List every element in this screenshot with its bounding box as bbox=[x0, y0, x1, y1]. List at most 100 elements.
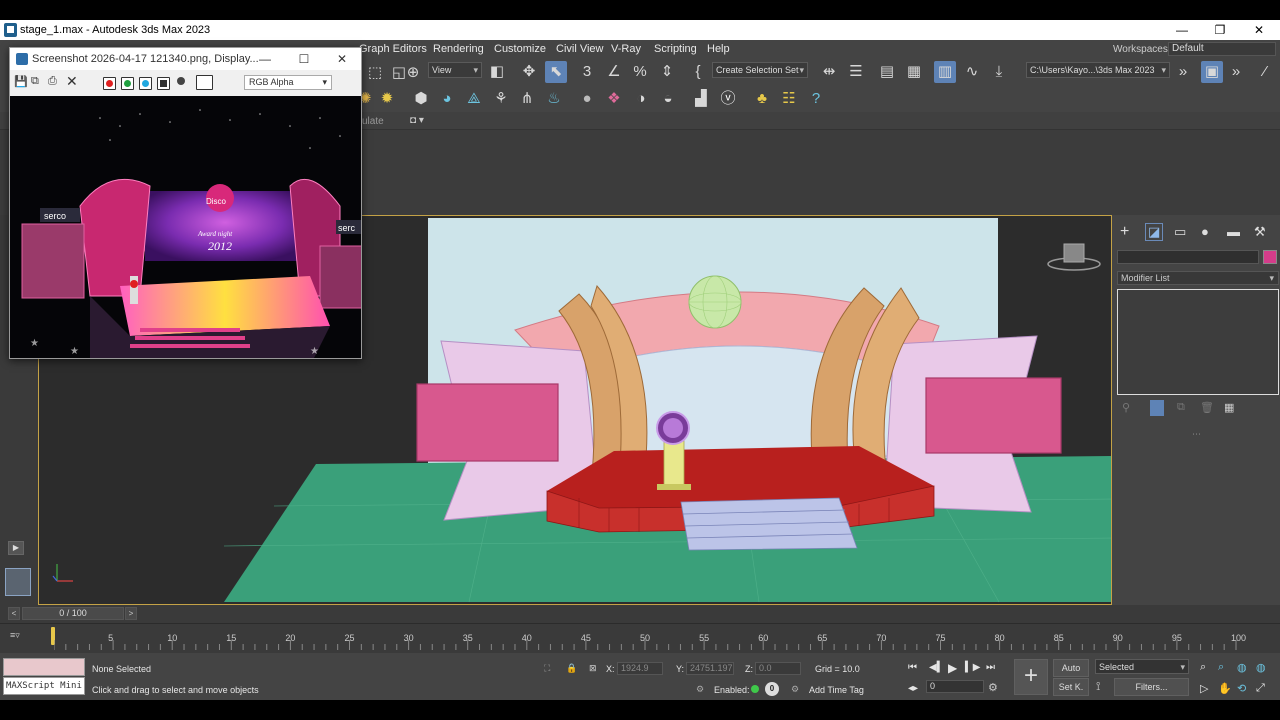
clone-window-icon[interactable]: ⧉ bbox=[31, 75, 39, 88]
vray-grass-icon[interactable]: ⋔ bbox=[516, 88, 538, 110]
track-bar[interactable]: ≡▿ 5 10 15 20 25 30 35 40 45 50 55 60 65 70 75 80 85 90 95… bbox=[0, 623, 1280, 653]
material-sphere-icon[interactable]: ● bbox=[576, 88, 598, 110]
vray-fire-icon[interactable]: ♨ bbox=[543, 88, 565, 110]
zoom-extents-all-icon[interactable]: ◍ bbox=[1256, 661, 1266, 674]
configure-modifier-sets-icon[interactable]: ▦ bbox=[1224, 401, 1234, 414]
maxscript-listener-pane[interactable] bbox=[3, 658, 85, 676]
schematic-view-icon[interactable]: ⤓ bbox=[988, 61, 1010, 83]
menu-rendering[interactable]: Rendering bbox=[433, 43, 484, 55]
frame-buffer-close-button[interactable]: ✕ bbox=[328, 51, 356, 67]
key-filter-dropdown[interactable]: Selected bbox=[1095, 659, 1189, 674]
go-to-start-icon[interactable]: ⏮ bbox=[908, 662, 917, 673]
angle-snap-icon[interactable]: ∠ bbox=[603, 61, 625, 83]
percent-snap-icon[interactable]: % bbox=[629, 61, 651, 83]
vray-fur-icon[interactable]: ⚘ bbox=[490, 88, 512, 110]
modify-tab-icon[interactable]: ◪ bbox=[1144, 223, 1164, 241]
menu-help[interactable]: Help bbox=[707, 43, 730, 55]
maxscript-mini-input[interactable]: MAXScript Mini bbox=[3, 677, 85, 695]
menu-vray[interactable]: V-Ray bbox=[611, 43, 641, 55]
rollout-grip-icon[interactable]: ⋯ bbox=[1192, 429, 1201, 440]
mirror-icon[interactable]: ⇹ bbox=[818, 61, 840, 83]
remove-modifier-icon[interactable]: 🗑 bbox=[1200, 401, 1214, 414]
isolate-selection-icon[interactable]: ⛶ bbox=[544, 663, 550, 674]
previous-frame-arrow[interactable]: < bbox=[8, 607, 20, 620]
zoom-extents-icon[interactable]: ◍ bbox=[1237, 661, 1247, 674]
auto-key-button[interactable]: Auto bbox=[1053, 659, 1089, 677]
align-icon[interactable]: ☰ bbox=[845, 61, 867, 83]
print-image-icon[interactable]: ⎙ bbox=[48, 75, 57, 88]
vray-sphere-icon[interactable]: ◕ bbox=[436, 88, 458, 110]
menu-civil-view[interactable]: Civil View bbox=[556, 43, 603, 55]
ribbon-options-icon[interactable]: ◘ ▾ bbox=[410, 115, 424, 126]
time-tag-settings-icon[interactable]: ⚙ bbox=[791, 684, 799, 695]
current-frame-spinner[interactable]: 0 bbox=[926, 680, 984, 693]
modifier-list-dropdown[interactable]: Modifier List bbox=[1117, 271, 1279, 285]
alpha-channel-icon[interactable] bbox=[157, 77, 170, 90]
blue-channel-icon[interactable] bbox=[139, 77, 152, 90]
vray-proxy-icon[interactable]: ⬢ bbox=[410, 88, 432, 110]
create-selection-set-dropdown[interactable]: Create Selection Set bbox=[712, 62, 808, 78]
select-filter-icon[interactable]: ⬚ bbox=[364, 62, 386, 84]
field-of-view-icon[interactable]: ▷ bbox=[1200, 682, 1208, 695]
open-mini-curve-editor-icon[interactable]: ≡▿ bbox=[10, 630, 20, 641]
next-key-icon[interactable]: ▍▶ bbox=[965, 662, 980, 673]
snaps-toggle-icon[interactable]: 3 bbox=[576, 61, 598, 83]
spinner-snap-icon[interactable]: ⇕ bbox=[656, 61, 678, 83]
save-image-icon[interactable]: 💾 bbox=[14, 75, 28, 88]
object-color-swatch[interactable] bbox=[1263, 250, 1277, 264]
y-coordinate-field[interactable]: 24751.197 bbox=[686, 662, 734, 675]
absolute-mode-icon[interactable]: ⊠ bbox=[589, 663, 597, 674]
minimize-button[interactable]: — bbox=[1167, 22, 1197, 38]
background-color-swatch[interactable] bbox=[196, 75, 213, 90]
workspaces-dropdown[interactable]: Default bbox=[1168, 42, 1276, 56]
selection-lock-icon[interactable]: 🔒 bbox=[566, 663, 577, 674]
object-name-field[interactable] bbox=[1117, 250, 1259, 264]
save-project-icon[interactable]: ▣ bbox=[1201, 61, 1223, 83]
vray-sun-icon[interactable]: ✹ bbox=[376, 88, 398, 110]
create-tab-icon[interactable]: + bbox=[1120, 223, 1129, 241]
set-key-button[interactable]: Set K. bbox=[1053, 678, 1089, 696]
layer-explorer-icon[interactable]: ▦ bbox=[903, 61, 925, 83]
ribbon-tab-label[interactable]: ulate bbox=[362, 116, 384, 127]
zoom-all-icon[interactable]: ⌕ bbox=[1218, 661, 1224, 674]
select-and-manipulate-icon[interactable]: ⬉ bbox=[545, 61, 567, 83]
expand-toolbar-icon[interactable]: » bbox=[1172, 61, 1194, 83]
vray-mesh-icon[interactable]: ⟁ bbox=[463, 88, 485, 110]
frame-buffer-window[interactable]: Screenshot 2026-04-17 121340.png, Displa… bbox=[9, 47, 362, 359]
vray-logo-icon[interactable]: ⓥ bbox=[717, 88, 739, 110]
monochrome-icon[interactable] bbox=[177, 77, 185, 85]
time-tag-zero-icon[interactable]: 0 bbox=[765, 682, 779, 696]
frame-buffer-titlebar[interactable]: Screenshot 2026-04-17 121340.png, Displa… bbox=[10, 48, 361, 70]
viewport-layout-icon[interactable] bbox=[5, 568, 31, 596]
set-key-plus-button[interactable]: + bbox=[1014, 659, 1048, 695]
orbit-icon[interactable]: ⟲ bbox=[1237, 682, 1246, 695]
show-end-result-icon[interactable] bbox=[1150, 400, 1164, 416]
display-tab-icon[interactable]: ▬ bbox=[1227, 224, 1240, 239]
rendered-frame-icon[interactable]: ◒ bbox=[657, 88, 679, 110]
frame-buffer-maximize-button[interactable]: ☐ bbox=[290, 51, 318, 67]
key-filters-tangent-icon[interactable]: ⟟ bbox=[1096, 679, 1100, 694]
zoom-icon[interactable]: ⌕ bbox=[1200, 661, 1206, 674]
scene-explorer-icon[interactable]: ▤ bbox=[876, 61, 898, 83]
pan-view-icon[interactable]: ✋ bbox=[1218, 682, 1232, 695]
clear-image-icon[interactable]: ✕ bbox=[66, 73, 78, 90]
add-time-tag-button[interactable]: Add Time Tag bbox=[809, 685, 864, 695]
play-icon[interactable]: ▶ bbox=[948, 661, 957, 675]
render-production-icon[interactable]: ▟ bbox=[690, 88, 712, 110]
vray-lights-icon[interactable]: ♣ bbox=[751, 88, 773, 110]
frame-buffer-minimize-button[interactable]: — bbox=[251, 51, 279, 67]
menu-customize[interactable]: Customize bbox=[494, 43, 546, 55]
menu-graph-editors[interactable]: Graph Editors bbox=[359, 43, 427, 55]
time-configuration-icon[interactable]: ⚙ bbox=[988, 681, 998, 694]
go-to-end-icon[interactable]: ⏭ bbox=[986, 662, 995, 673]
close-button[interactable]: ✕ bbox=[1244, 22, 1274, 38]
utilities-tab-icon[interactable]: ⚒ bbox=[1254, 224, 1266, 240]
curve-editor-icon[interactable]: ∿ bbox=[961, 61, 983, 83]
expand-viewport-tab-icon[interactable]: ▶ bbox=[8, 541, 24, 555]
key-mode-toggle-icon[interactable]: ◂▸ bbox=[908, 683, 918, 694]
modifier-stack[interactable] bbox=[1117, 289, 1279, 395]
green-channel-icon[interactable] bbox=[121, 77, 134, 90]
project-folder-dropdown[interactable]: C:\Users\Kayo...\3ds Max 2023 bbox=[1026, 62, 1170, 78]
x-coordinate-field[interactable]: 1924.9 bbox=[617, 662, 663, 675]
pin-stack-icon[interactable]: ⚲ bbox=[1122, 401, 1130, 414]
